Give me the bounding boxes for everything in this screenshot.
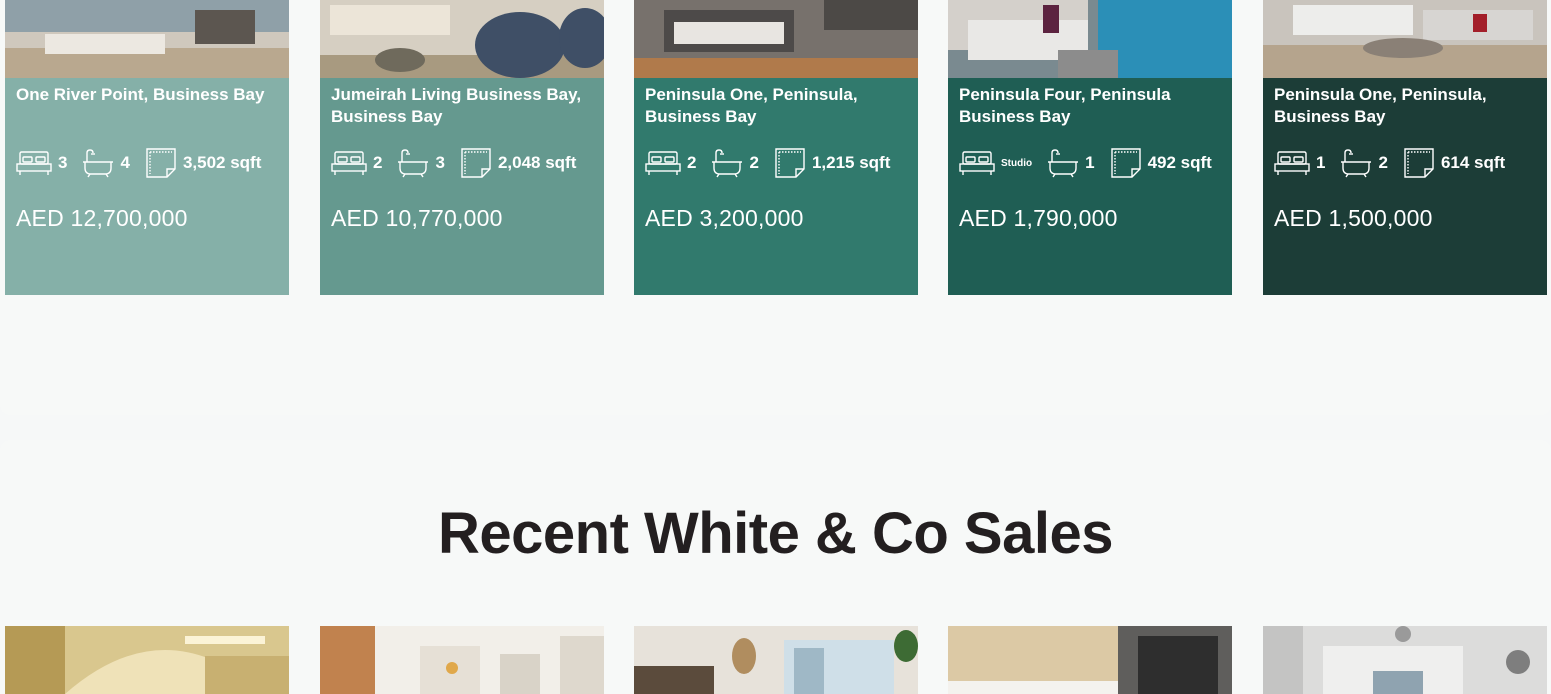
listing-title: Peninsula One, Peninsula, Business Bay [1274, 85, 1487, 126]
bathrooms: 3 [397, 148, 445, 178]
listing-card[interactable]: Peninsula Four, Peninsula Business Bay St… [948, 0, 1232, 295]
bed-icon [1274, 151, 1310, 175]
listing-card[interactable]: One River Point, Business Bay 3 4 3,502 sqf… [5, 0, 289, 295]
floorplan-icon [461, 148, 491, 178]
listing-specs: 2 2 1,215 sqft [645, 147, 905, 179]
bedrooms-value: 2 [373, 153, 383, 172]
property-photo [5, 0, 289, 78]
listing-price: AED 10,770,000 [331, 205, 503, 231]
sold-property-card[interactable] [948, 626, 1232, 694]
area-value: 2,048 sqft [497, 153, 577, 172]
listing-card[interactable]: Peninsula One, Peninsula, Business Bay 1 2… [1263, 0, 1547, 295]
bedrooms: 2 [645, 149, 696, 177]
bathrooms-value: 2 [1378, 153, 1388, 172]
bathrooms-value: 4 [120, 153, 130, 172]
listing-price: AED 1,790,000 [959, 205, 1118, 231]
area: 2,048 sqft [460, 147, 576, 179]
property-photo [5, 626, 289, 694]
floorplan-icon [146, 148, 176, 178]
bedrooms: Studio [959, 149, 1032, 177]
listing-card[interactable]: Peninsula One, Peninsula, Business Bay 2 2… [634, 0, 918, 295]
bathtub-icon [1048, 149, 1079, 178]
bedrooms: 3 [16, 149, 67, 177]
sold-property-card[interactable] [1263, 626, 1547, 694]
area-value: 614 sqft [1440, 153, 1506, 172]
bathrooms-value: 3 [435, 153, 445, 172]
property-photo [1263, 626, 1547, 694]
listing-specs: Studio 1 492 sqft [959, 147, 1227, 179]
property-photo [320, 626, 604, 694]
property-photo [948, 0, 1232, 78]
recent-sales-heading: Recent White & Co Sales [438, 501, 1113, 566]
bathtub-icon [398, 149, 429, 178]
bathrooms-value: 2 [749, 153, 759, 172]
area-value: 3,502 sqft [182, 153, 262, 172]
bedrooms: 2 [331, 149, 382, 177]
bedrooms-value: 3 [58, 153, 68, 172]
area: 1,215 sqft [774, 147, 890, 179]
listing-info: Jumeirah Living Business Bay, Business B… [320, 78, 604, 295]
bed-icon [645, 151, 681, 175]
listing-specs: 2 3 2,048 sqft [331, 147, 591, 179]
listing-info: One River Point, Business Bay 3 4 3,502 sqf… [5, 78, 289, 295]
listing-title: Peninsula One, Peninsula, Business Bay [645, 85, 858, 126]
area: 614 sqft [1403, 147, 1505, 179]
listing-price: AED 12,700,000 [16, 205, 188, 231]
listing-info: Peninsula One, Peninsula, Business Bay 1 2… [1263, 78, 1547, 295]
listing-info: Peninsula One, Peninsula, Business Bay 2 2… [634, 78, 918, 295]
area-value: 492 sqft [1147, 153, 1212, 172]
area-value: 1,215 sqft [811, 153, 891, 172]
listing-price: AED 1,500,000 [1274, 205, 1433, 231]
bathrooms: 2 [711, 148, 759, 178]
bathtub-icon [83, 149, 114, 178]
listing-title: Jumeirah Living Business Bay, Business B… [331, 85, 582, 126]
sold-property-card[interactable] [634, 626, 918, 694]
bathrooms: 2 [1340, 148, 1388, 178]
bed-icon [16, 151, 52, 175]
property-photo [320, 0, 604, 78]
property-photo [1263, 0, 1547, 78]
bedrooms: 1 [1274, 149, 1325, 177]
sold-property-card[interactable] [320, 626, 604, 694]
bedrooms-value: Studio [1001, 157, 1033, 169]
bathtub-icon [712, 149, 743, 178]
listing-card[interactable]: Jumeirah Living Business Bay, Business B… [320, 0, 604, 295]
bed-icon [331, 151, 367, 175]
listing-title: Peninsula Four, Peninsula Business Bay [959, 85, 1171, 126]
floorplan-icon [1110, 148, 1141, 178]
listing-price: AED 3,200,000 [645, 205, 804, 231]
sold-property-card[interactable] [5, 626, 289, 694]
bed-icon [959, 151, 995, 175]
property-photo [634, 0, 918, 78]
area: 492 sqft [1110, 147, 1212, 179]
bathrooms-value: 1 [1085, 153, 1095, 172]
bedrooms-value: 2 [687, 153, 697, 172]
area: 3,502 sqft [145, 147, 261, 179]
property-photo [948, 626, 1232, 694]
floorplan-icon [1404, 148, 1434, 178]
bathtub-icon [1341, 149, 1372, 178]
bathrooms: 4 [82, 148, 130, 178]
bedrooms-value: 1 [1316, 153, 1326, 172]
floorplan-icon [775, 148, 805, 178]
property-photo [634, 626, 918, 694]
listing-info: Peninsula Four, Peninsula Business Bay St… [948, 78, 1232, 295]
listing-specs: 1 2 614 sqft [1274, 147, 1520, 179]
bathrooms: 1 [1047, 148, 1095, 178]
listing-specs: 3 4 3,502 sqft [16, 147, 276, 179]
listing-title: One River Point, Business Bay [16, 85, 265, 104]
